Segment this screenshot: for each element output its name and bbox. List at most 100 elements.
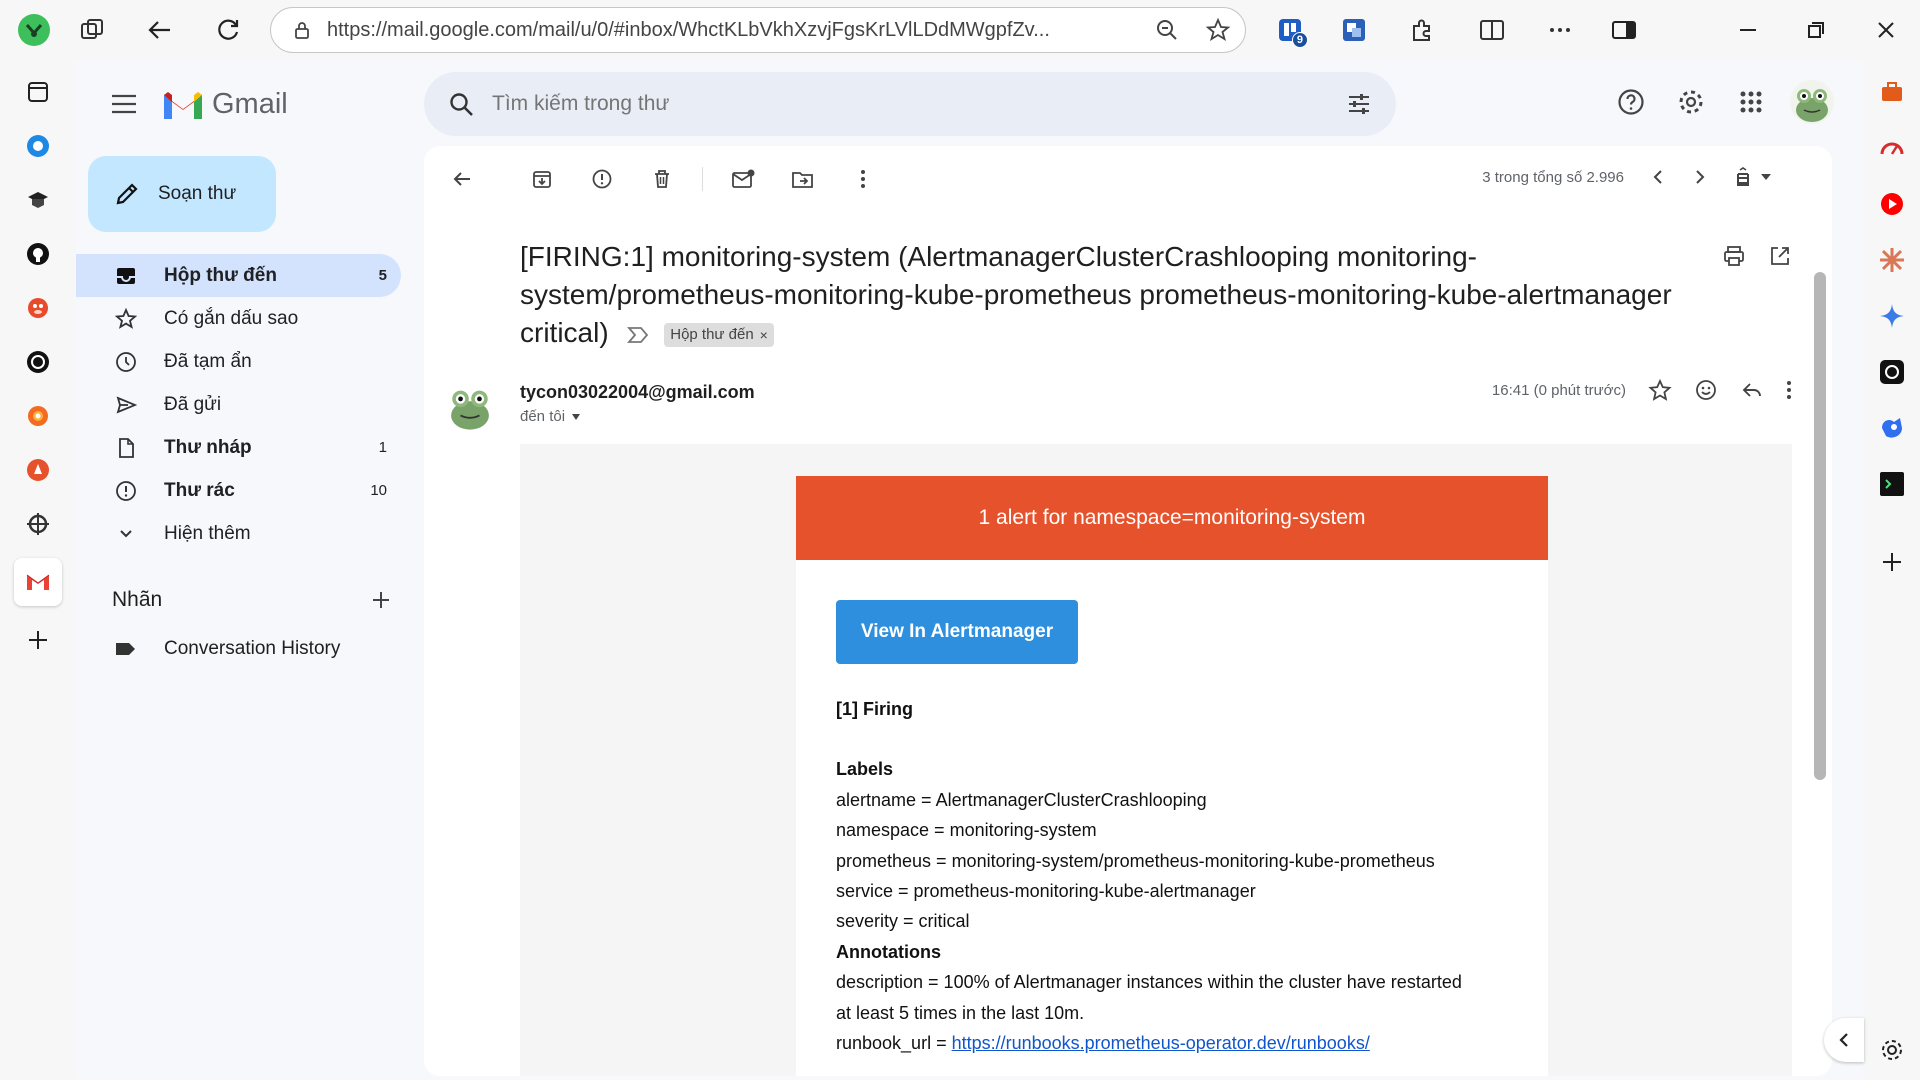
workspaces-icon[interactable] — [72, 10, 112, 50]
openai-icon[interactable] — [1876, 356, 1908, 388]
nav-item-spam[interactable]: Thư rác 10 — [76, 469, 401, 512]
archive-icon[interactable] — [522, 159, 562, 199]
address-bar[interactable]: https://mail.google.com/mail/u/0/#inbox/… — [270, 7, 1246, 53]
translate-icon[interactable] — [1334, 10, 1374, 50]
report-spam-icon[interactable] — [582, 159, 622, 199]
browser-sidebar — [1864, 60, 1920, 1080]
tab-edge-icon[interactable] — [18, 126, 58, 166]
recipient-details[interactable]: đến tôi — [520, 408, 581, 425]
back-to-inbox-icon[interactable] — [442, 159, 482, 199]
main-menu-icon[interactable] — [102, 82, 146, 126]
shopping-icon[interactable] — [1876, 76, 1908, 108]
copilot-icon[interactable] — [1876, 412, 1908, 444]
refresh-icon[interactable] — [208, 10, 248, 50]
url-text[interactable]: https://mail.google.com/mail/u/0/#inbox/… — [327, 19, 1155, 42]
labels-title: Labels — [836, 759, 894, 780]
sender-avatar[interactable] — [444, 380, 496, 432]
open-new-window-icon[interactable] — [1768, 244, 1792, 268]
star-message-icon[interactable] — [1648, 378, 1672, 402]
search-icon[interactable] — [448, 91, 474, 117]
tab-chatgpt-icon[interactable] — [18, 342, 58, 382]
google-apps-icon[interactable] — [1730, 81, 1772, 123]
minimize-icon[interactable] — [1728, 10, 1768, 50]
speedometer-icon[interactable] — [1876, 132, 1908, 164]
input-tools-button[interactable] — [1734, 166, 1772, 188]
move-to-icon[interactable] — [783, 159, 823, 199]
extensions-puzzle-icon[interactable] — [1402, 10, 1442, 50]
delete-icon[interactable] — [642, 159, 682, 199]
tab-grafana-icon[interactable] — [18, 396, 58, 436]
search-bar[interactable] — [424, 72, 1396, 136]
nav-count: 5 — [378, 267, 387, 284]
tab-prometheus-icon[interactable] — [18, 450, 58, 490]
importance-marker-icon[interactable] — [626, 325, 650, 345]
label-line: namespace = monitoring-system — [836, 820, 1097, 841]
label-line: severity = critical — [836, 911, 970, 932]
runbook-link[interactable]: https://runbooks.prometheus-operator.dev… — [952, 1033, 1370, 1053]
gmail-logo[interactable]: Gmail — [162, 88, 288, 121]
search-input[interactable] — [492, 92, 1346, 116]
reading-pane-scrollbar[interactable] — [1814, 272, 1826, 780]
youtube-icon[interactable] — [1876, 188, 1908, 220]
view-in-alertmanager-button[interactable]: View In Alertmanager — [836, 600, 1078, 664]
tab-gmail-icon[interactable] — [13, 558, 62, 606]
account-avatar[interactable] — [1790, 80, 1834, 124]
nav-item-drafts[interactable]: Thư nháp 1 — [76, 426, 401, 469]
nav-item-starred[interactable]: Có gắn dấu sao — [76, 297, 401, 340]
search-options-icon[interactable] — [1346, 91, 1372, 117]
close-window-icon[interactable] — [1866, 10, 1906, 50]
reply-icon[interactable] — [1740, 378, 1764, 402]
runbook-line: runbook_url = https://runbooks.prometheu… — [836, 1028, 1526, 1058]
gmail-app: Gmail Soạn thư — [76, 60, 1854, 1076]
claude-icon[interactable] — [1876, 244, 1908, 276]
tab-academy-icon[interactable] — [18, 180, 58, 220]
label-item-conversation-history[interactable]: Conversation History — [114, 638, 340, 660]
newer-chevron-left-icon[interactable] — [1650, 168, 1666, 186]
extension-icon[interactable]: 9 — [1270, 10, 1310, 50]
tab-github-icon[interactable] — [18, 234, 58, 274]
label-tag-icon — [114, 639, 138, 659]
zoom-icon[interactable] — [1155, 18, 1179, 42]
browser-profile-icon[interactable] — [14, 10, 54, 50]
nav-item-sent[interactable]: Đã gửi — [76, 383, 401, 426]
more-options-icon[interactable] — [1540, 10, 1580, 50]
tab-actions-icon[interactable] — [18, 72, 58, 112]
sidebar-settings-icon[interactable] — [1876, 1034, 1908, 1066]
back-icon[interactable] — [140, 10, 180, 50]
help-icon[interactable] — [1610, 81, 1652, 123]
browser-toolbar: https://mail.google.com/mail/u/0/#inbox/… — [0, 0, 1920, 60]
favorite-star-icon[interactable] — [1205, 17, 1231, 43]
remove-tag-icon[interactable]: × — [760, 325, 768, 345]
nav-label: Thư rác — [164, 479, 235, 501]
site-info-icon[interactable] — [291, 19, 313, 41]
print-icon[interactable] — [1722, 244, 1746, 268]
message-more-icon[interactable] — [1786, 379, 1792, 401]
nav-item-more[interactable]: Hiện thêm — [76, 512, 401, 555]
split-screen-icon[interactable] — [1472, 10, 1512, 50]
gemini-icon[interactable] — [1876, 300, 1908, 332]
nav-label: Hiện thêm — [164, 522, 251, 544]
more-actions-icon[interactable] — [843, 159, 883, 199]
tab-helm-icon[interactable] — [18, 504, 58, 544]
terminal-app-icon[interactable] — [1876, 468, 1908, 500]
restore-icon[interactable] — [1796, 10, 1836, 50]
nav-item-inbox[interactable]: Hộp thư đến 5 — [76, 254, 401, 297]
mail-nav: Hộp thư đến 5 Có gắn dấu sao Đã tạm ẩn Đ… — [76, 254, 401, 555]
add-label-icon[interactable] — [370, 589, 392, 611]
inbox-tag[interactable]: Hộp thư đến × — [664, 322, 774, 347]
tab-monkey-icon[interactable] — [18, 288, 58, 328]
older-chevron-right-icon[interactable] — [1692, 168, 1708, 186]
add-sidebar-app-icon[interactable] — [1876, 546, 1908, 578]
sidebar-toggle-icon[interactable] — [1604, 10, 1644, 50]
compose-button[interactable]: Soạn thư — [88, 156, 276, 232]
new-tab-icon[interactable] — [18, 620, 58, 660]
settings-gear-icon[interactable] — [1670, 81, 1712, 123]
message-time: 16:41 (0 phút trước) — [1491, 381, 1626, 399]
caret-down-icon — [572, 413, 581, 420]
emoji-reaction-icon[interactable] — [1694, 378, 1718, 402]
collapse-side-panel-button[interactable] — [1824, 1018, 1864, 1062]
mark-unread-icon[interactable] — [723, 159, 763, 199]
nav-item-snoozed[interactable]: Đã tạm ẩn — [76, 340, 401, 383]
description-line: at least 5 times in the last 10m. — [836, 1002, 1085, 1023]
sender-email[interactable]: tycon03022004@gmail.com — [520, 382, 755, 403]
